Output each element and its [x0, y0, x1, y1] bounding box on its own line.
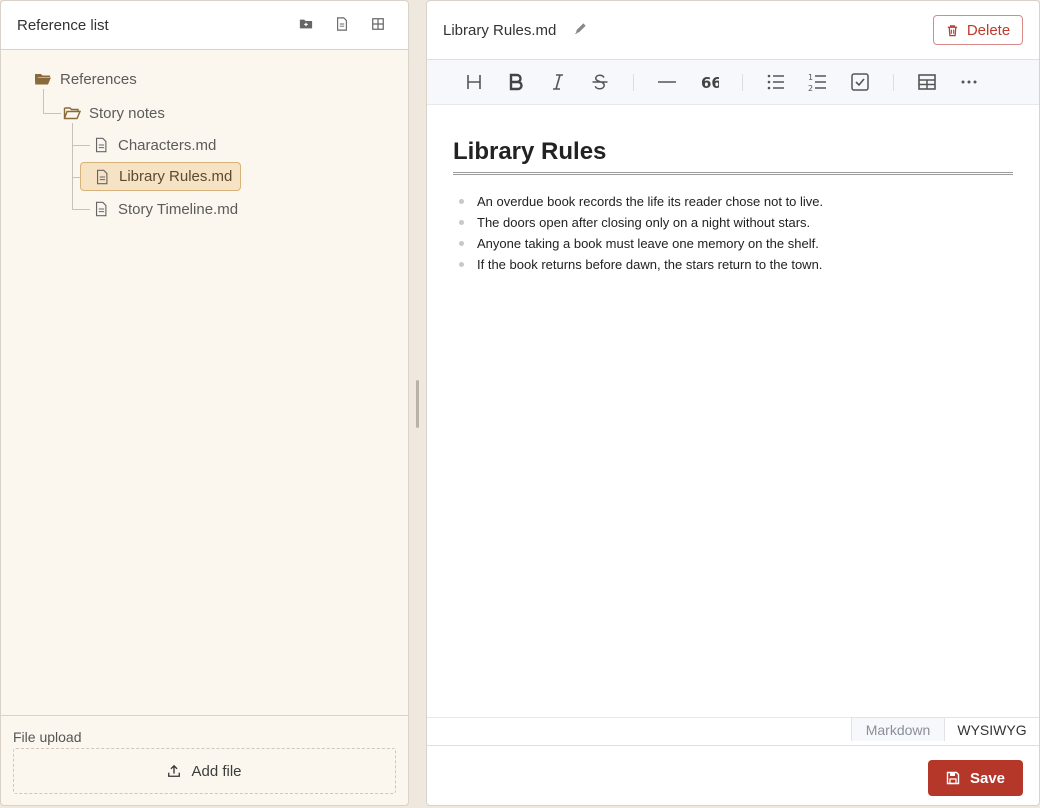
bullet-list-icon[interactable]: [765, 71, 787, 93]
strikethrough-icon[interactable]: [589, 71, 611, 93]
add-file-label: Add file: [191, 762, 242, 780]
task-list-icon[interactable]: [849, 71, 871, 93]
svg-text:66: 66: [701, 74, 719, 92]
new-file-icon[interactable]: [334, 16, 350, 32]
save-icon: [946, 771, 960, 785]
reference-panel-header: Reference list: [1, 1, 408, 50]
upload-label: File upload: [13, 729, 82, 745]
bold-icon[interactable]: [505, 71, 527, 93]
list-item: If the book returns before dawn, the sta…: [453, 254, 1013, 275]
horizontal-rule-icon[interactable]: [656, 71, 678, 93]
file-icon: [93, 168, 111, 186]
add-file-button[interactable]: Add file: [13, 748, 396, 794]
tree-file-characters[interactable]: Characters.md: [92, 132, 216, 158]
document-panel: Library Rules.md Delete 66 1 2 Library R…: [426, 0, 1040, 806]
svg-text:1: 1: [808, 73, 813, 82]
panel-title: Reference list: [17, 17, 109, 34]
trash-icon: [947, 24, 957, 36]
delete-label: Delete: [966, 21, 1011, 39]
delete-button[interactable]: Delete: [933, 15, 1023, 45]
list-item: An overdue book records the life its rea…: [453, 191, 1013, 212]
svg-text:2: 2: [808, 84, 813, 92]
tree-label: Characters.md: [118, 136, 217, 154]
document-header: Library Rules.md Delete: [427, 1, 1039, 60]
tab-wysiwyg[interactable]: WYSIWYG: [945, 717, 1039, 741]
tree-folder-story-notes[interactable]: Story notes: [63, 100, 165, 126]
tree-label: Story notes: [89, 104, 165, 122]
upload-icon: [168, 764, 181, 777]
file-upload-section: File upload Add file: [1, 715, 408, 805]
grid-icon[interactable]: [370, 16, 386, 32]
tree-file-library-rules[interactable]: Library Rules.md: [80, 162, 242, 191]
folder-open-icon: [34, 70, 52, 88]
quote-icon[interactable]: 66: [698, 71, 720, 93]
file-icon: [92, 136, 110, 154]
ordered-list-icon[interactable]: 12: [807, 71, 829, 93]
rules-list: An overdue book records the life its rea…: [453, 191, 1013, 275]
more-icon[interactable]: [958, 71, 980, 93]
tab-markdown[interactable]: Markdown: [851, 717, 945, 741]
panel-resize-handle[interactable]: [416, 380, 419, 428]
reference-panel: Reference list References Story notes Ch…: [0, 0, 409, 806]
folder-open-icon: [63, 104, 81, 122]
file-icon: [92, 200, 110, 218]
editor-mode-tabs: Markdown WYSIWYG: [851, 717, 1039, 743]
heading-icon[interactable]: [463, 71, 485, 93]
save-button[interactable]: Save: [928, 760, 1023, 796]
tree-file-story-timeline[interactable]: Story Timeline.md: [92, 196, 238, 222]
document-filename: Library Rules.md: [443, 22, 557, 39]
tree-label: References: [60, 70, 137, 88]
new-folder-icon[interactable]: [298, 16, 314, 32]
editor-toolbar: 66 12: [427, 60, 1039, 105]
tree-folder-references[interactable]: References: [34, 66, 137, 92]
list-item: The doors open after closing only on a n…: [453, 212, 1013, 233]
list-item: Anyone taking a book must leave one memo…: [453, 233, 1013, 254]
italic-icon[interactable]: [547, 71, 569, 93]
editor-content[interactable]: Library Rules An overdue book records th…: [453, 105, 1013, 275]
tree-label: Story Timeline.md: [118, 200, 239, 218]
document-heading: Library Rules: [453, 138, 1013, 175]
save-label: Save: [969, 769, 1006, 787]
table-icon[interactable]: [916, 71, 938, 93]
pencil-icon[interactable]: [573, 21, 589, 37]
tree-label: Library Rules.md: [119, 168, 233, 185]
